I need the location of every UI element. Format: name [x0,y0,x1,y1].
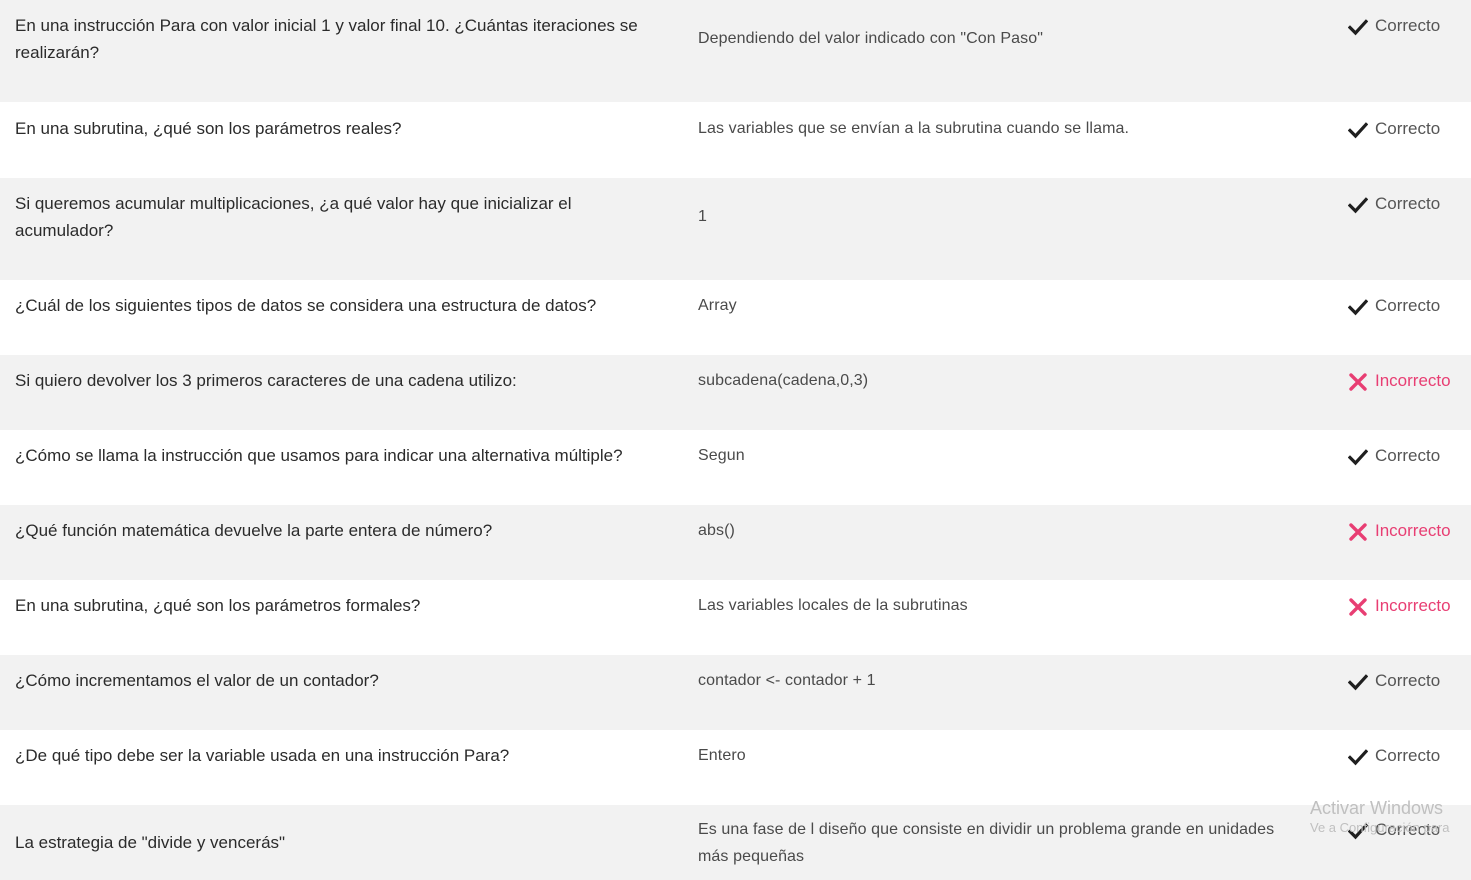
result-row: ¿Cómo incrementamos el valor de un conta… [0,655,1471,730]
question-text: En una subrutina, ¿qué son los parámetro… [15,596,421,615]
status-label: Correcto [1375,446,1441,465]
answer-text: Entero [698,747,746,764]
check-icon [1347,747,1369,765]
check-icon [1347,821,1369,839]
result-row: ¿Cómo se llama la instrucción que usamos… [0,430,1471,505]
cross-icon [1348,522,1368,541]
status-correct: Correcto [1347,12,1441,39]
check-icon [1347,297,1369,315]
status-correct: Correcto [1347,292,1441,319]
status-correct: Correcto [1347,190,1441,217]
check-icon [1347,672,1369,690]
check-icon [1347,195,1369,213]
question-text: ¿Cómo incrementamos el valor de un conta… [15,671,379,690]
status-label: Correcto [1375,671,1441,690]
result-row: ¿Qué función matemática devuelve la part… [0,505,1471,580]
status-incorrect: Incorrecto [1348,367,1451,394]
status-incorrect: Incorrecto [1348,592,1451,619]
status-correct: Correcto [1347,115,1441,142]
question-text: ¿Cuál de los siguientes tipos de datos s… [15,296,597,315]
question-text: ¿Qué función matemática devuelve la part… [15,521,493,540]
answer-text: Las variables que se envían a la subruti… [698,120,1130,137]
status-label: Incorrecto [1375,521,1451,540]
status-label: Correcto [1375,194,1441,213]
status-label: Correcto [1375,16,1441,35]
answer-text: Las variables locales de la subrutinas [698,597,968,614]
answer-text: 1 [698,208,707,225]
question-text: Si queremos acumular multiplicaciones, ¿… [15,194,572,240]
answer-text: Array [698,297,737,314]
status-label: Incorrecto [1375,596,1451,615]
status-label: Correcto [1375,119,1441,138]
answer-text: Dependiendo del valor indicado con "Con … [698,30,1043,47]
check-icon [1347,120,1369,138]
result-row: En una subrutina, ¿qué son los parámetro… [0,580,1471,655]
status-label: Correcto [1375,296,1441,315]
status-incorrect: Incorrecto [1348,517,1451,544]
quiz-results-list: En una instrucción Para con valor inicia… [0,0,1471,880]
check-icon [1347,17,1369,35]
result-row: En una subrutina, ¿qué son los parámetro… [0,102,1471,178]
question-text: La estrategia de "divide y vencerás" [15,833,286,852]
question-text: ¿De qué tipo debe ser la variable usada … [15,746,510,765]
question-text: ¿Cómo se llama la instrucción que usamos… [15,446,623,465]
answer-text: subcadena(cadena,0,3) [698,372,869,389]
cross-icon [1348,372,1368,391]
result-row: Si queremos acumular multiplicaciones, ¿… [0,178,1471,280]
question-text: En una subrutina, ¿qué son los parámetro… [15,119,402,138]
check-icon [1347,447,1369,465]
result-row: La estrategia de "divide y vencerás" Es u… [0,805,1471,880]
status-correct: Correcto [1347,816,1441,843]
status-label: Correcto [1375,746,1441,765]
result-row: ¿De qué tipo debe ser la variable usada … [0,730,1471,805]
cross-icon [1348,597,1368,616]
answer-text: abs() [698,522,735,539]
answer-text: Es una fase de l diseño que consiste en … [698,821,1275,865]
status-correct: Correcto [1347,742,1441,769]
status-label: Incorrecto [1375,371,1451,390]
answer-text: Segun [698,447,745,464]
result-row: Si quiero devolver los 3 primeros caract… [0,355,1471,430]
result-row: ¿Cuál de los siguientes tipos de datos s… [0,280,1471,355]
status-correct: Correcto [1347,667,1441,694]
question-text: Si quiero devolver los 3 primeros caract… [15,371,517,390]
question-text: En una instrucción Para con valor inicia… [15,16,638,62]
status-correct: Correcto [1347,442,1441,469]
result-row: En una instrucción Para con valor inicia… [0,0,1471,102]
answer-text: contador <- contador + 1 [698,672,876,689]
status-label: Correcto [1375,820,1441,839]
